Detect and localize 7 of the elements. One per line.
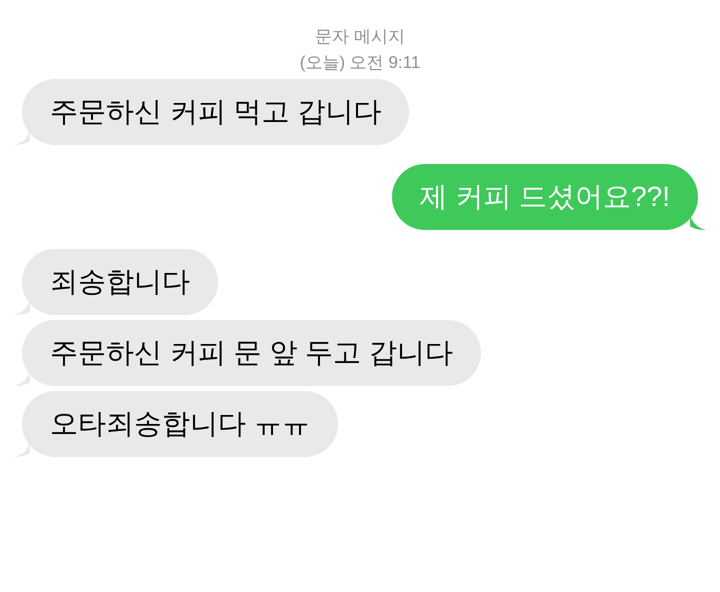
received-message-bubble: 주문하신 커피 문 앞 두고 갑니다 [22,320,481,386]
received-message-bubble: 주문하신 커피 먹고 갑니다 [22,79,410,145]
conversation-title: 문자 메시지 [315,26,405,48]
received-message-bubble: 죄송합니다 [22,249,218,315]
sent-message-bubble: 제 커피 드셨어요??! [392,164,698,230]
received-message-bubble: 오타죄송합니다 ㅠㅠ [22,391,338,457]
message-timestamp: (오늘) 오전 9:11 [300,52,420,74]
